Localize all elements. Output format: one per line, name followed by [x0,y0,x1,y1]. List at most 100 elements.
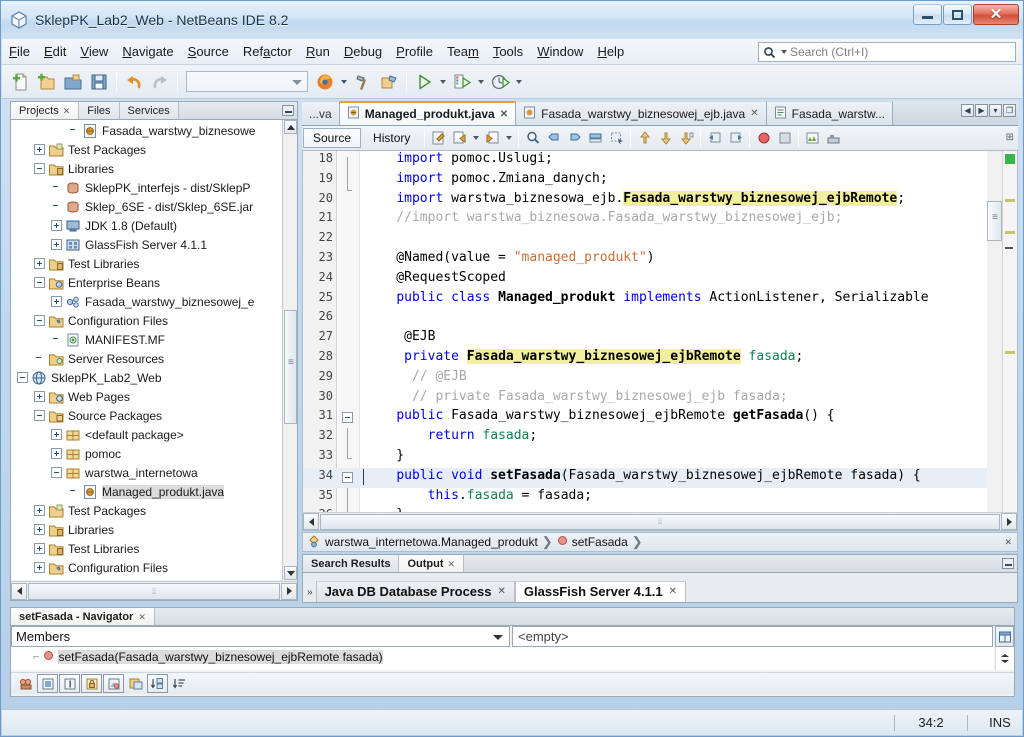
tab-output[interactable]: Output ✕ [399,555,465,572]
menu-file[interactable]: File [2,41,37,62]
code-line[interactable]: 24 @RequestScoped [303,270,1017,290]
menu-source[interactable]: Source [181,41,236,62]
tab-projects[interactable]: Projects ✕ [11,102,80,119]
tab-services[interactable]: Services [119,102,179,119]
forward-navigation-button[interactable] [482,128,503,149]
show-inherited-members-button[interactable] [15,674,36,693]
annotation-mark[interactable] [1005,247,1013,249]
profile-project-button[interactable] [487,69,513,95]
switch-panel-button[interactable] [995,626,1014,647]
code-lines[interactable]: 18 import pomoc.Uslugi; 19 import pomoc.Z… [303,151,1017,530]
find-selection-button[interactable] [522,128,543,149]
code-line[interactable]: 35 this.fasada = fasada; [303,487,1017,508]
tree-node[interactable]: SklepPK_Lab2_Web [11,368,297,387]
collapse-node-icon[interactable] [34,163,45,174]
tree-node[interactable]: Web Pages [11,387,297,406]
menu-debug[interactable]: Debug [337,41,389,62]
expand-node-icon[interactable] [34,505,45,516]
close-icon[interactable]: ✕ [498,586,506,597]
expand-node-icon[interactable] [51,239,62,250]
code-scroll-right-button[interactable] [1001,513,1017,530]
tree-node[interactable]: <default package> [11,425,297,444]
navigator-filter-combo[interactable]: Members [11,626,510,647]
tree-node[interactable]: Fasada_warstwy_biznesowe [11,121,297,140]
previous-bookmark-button[interactable] [634,128,655,149]
tree-node[interactable]: Libraries [11,159,297,178]
tree-node[interactable]: GlassFish Server 4.1.1 [11,235,297,254]
code-line[interactable]: 33 } [303,447,1017,468]
breadcrumb-close-icon[interactable]: ✕ [1004,537,1012,548]
tab-search-results[interactable]: Search Results [303,555,400,572]
breadcrumb-class[interactable]: warstwa_internetowa.Managed_produkt [325,535,538,549]
tree-node[interactable]: MANIFEST.MF [11,330,297,349]
close-icon[interactable]: ✕ [500,109,508,120]
code-line[interactable]: 34 public void setFasada(Fasada_warstwy_… [303,467,1017,488]
scroll-down-button[interactable] [284,566,297,580]
code-line[interactable]: 20 import warstwa_biznesowa_ejb.Fasada_w… [303,190,1017,211]
tree-node[interactable]: Fasada_warstwy_biznesowej_e [11,292,297,311]
code-scroll-thumb[interactable] [987,201,1002,241]
stop-button[interactable] [774,128,795,149]
code-vertical-scrollbar[interactable] [987,151,1002,530]
find-next-button[interactable] [564,128,585,149]
editor-toolbar-expand-icon[interactable]: ⊞ [1006,132,1014,143]
warning-mark[interactable] [1005,231,1015,234]
menu-help[interactable]: Help [590,41,631,62]
output-tab-glassfish[interactable]: GlassFish Server 4.1.1 ✕ [514,581,687,602]
code-line[interactable]: 22 [303,230,1017,250]
expand-node-icon[interactable] [34,524,45,535]
sort-by-source-button[interactable] [169,674,190,693]
tree-hscroll-thumb[interactable]: ⦙⦙ [28,582,280,600]
project-tree[interactable]: Fasada_warstwy_biznesowe Test Packages Lib… [11,120,297,580]
tree-node[interactable]: Sklep_6SE - dist/Sklep_6SE.jar [11,197,297,216]
collapse-node-icon[interactable] [34,277,45,288]
tree-node[interactable]: Libraries [11,520,297,539]
uncomment-button[interactable] [823,128,844,149]
tree-node[interactable]: Test Libraries [11,254,297,273]
expand-node-icon[interactable] [51,220,62,231]
scroll-tabs-left-button[interactable]: ◀ [961,104,974,117]
menu-team[interactable]: Team [440,41,486,62]
search-input[interactable]: Search (Ctrl+I) [790,45,868,59]
run-dropdown-icon[interactable] [440,79,446,84]
expand-node-icon[interactable] [51,296,62,307]
back-dropdown-icon[interactable] [473,136,480,140]
show-fields-button[interactable] [37,674,58,693]
code-horizontal-scrollbar[interactable]: ⦙⦙ [303,512,1017,530]
collapse-fold-icon[interactable] [342,412,353,424]
code-line[interactable]: 21 //import warstwa_biznesowa.Fasada_war… [303,210,1017,230]
code-line[interactable]: 26 [303,309,1017,329]
scroll-left-button[interactable] [11,582,27,600]
menu-profile[interactable]: Profile [389,41,440,62]
view-history-button[interactable]: History [363,128,420,148]
minimize-button[interactable] [913,4,942,25]
tree-scroll-thumb[interactable] [284,310,297,424]
code-scroll-left-button[interactable] [303,513,319,530]
code-hscroll-thumb[interactable]: ⦙⦙ [320,513,1000,530]
search-box[interactable]: Search (Ctrl+I) [758,42,1016,62]
tree-node[interactable]: Enterprise Beans [11,273,297,292]
code-editor[interactable]: 18 import pomoc.Uslugi; 19 import pomoc.Z… [302,151,1018,531]
navigator-inspect-combo[interactable]: <empty> [512,626,993,647]
collapse-node-icon[interactable] [17,372,28,383]
toggle-breakpoint-button[interactable] [753,128,774,149]
save-all-button[interactable] [86,69,112,95]
code-line[interactable]: 30 // private Fasada_warstwy_biznesowej_… [303,389,1017,409]
expand-node-icon[interactable] [34,543,45,554]
minimize-panel-button[interactable] [282,105,294,116]
tree-node[interactable]: Test Packages [11,501,297,520]
expand-node-icon[interactable] [34,391,45,402]
toggle-highlight-search-button[interactable] [585,128,606,149]
open-project-button[interactable] [60,69,86,95]
expand-node-icon[interactable] [34,258,45,269]
menu-navigate[interactable]: Navigate [115,41,180,62]
new-file-button[interactable] [8,69,34,95]
shift-line-left-button[interactable] [704,128,725,149]
code-line[interactable]: 28 private Fasada_warstwy_biznesowej_ejb… [303,348,1017,369]
error-stripe-column[interactable] [1002,151,1017,530]
expand-node-icon[interactable] [51,448,62,459]
menu-edit[interactable]: Edit [37,41,73,62]
toggle-bookmark-button[interactable] [655,128,676,149]
expand-all-button[interactable] [125,674,146,693]
find-previous-button[interactable] [543,128,564,149]
